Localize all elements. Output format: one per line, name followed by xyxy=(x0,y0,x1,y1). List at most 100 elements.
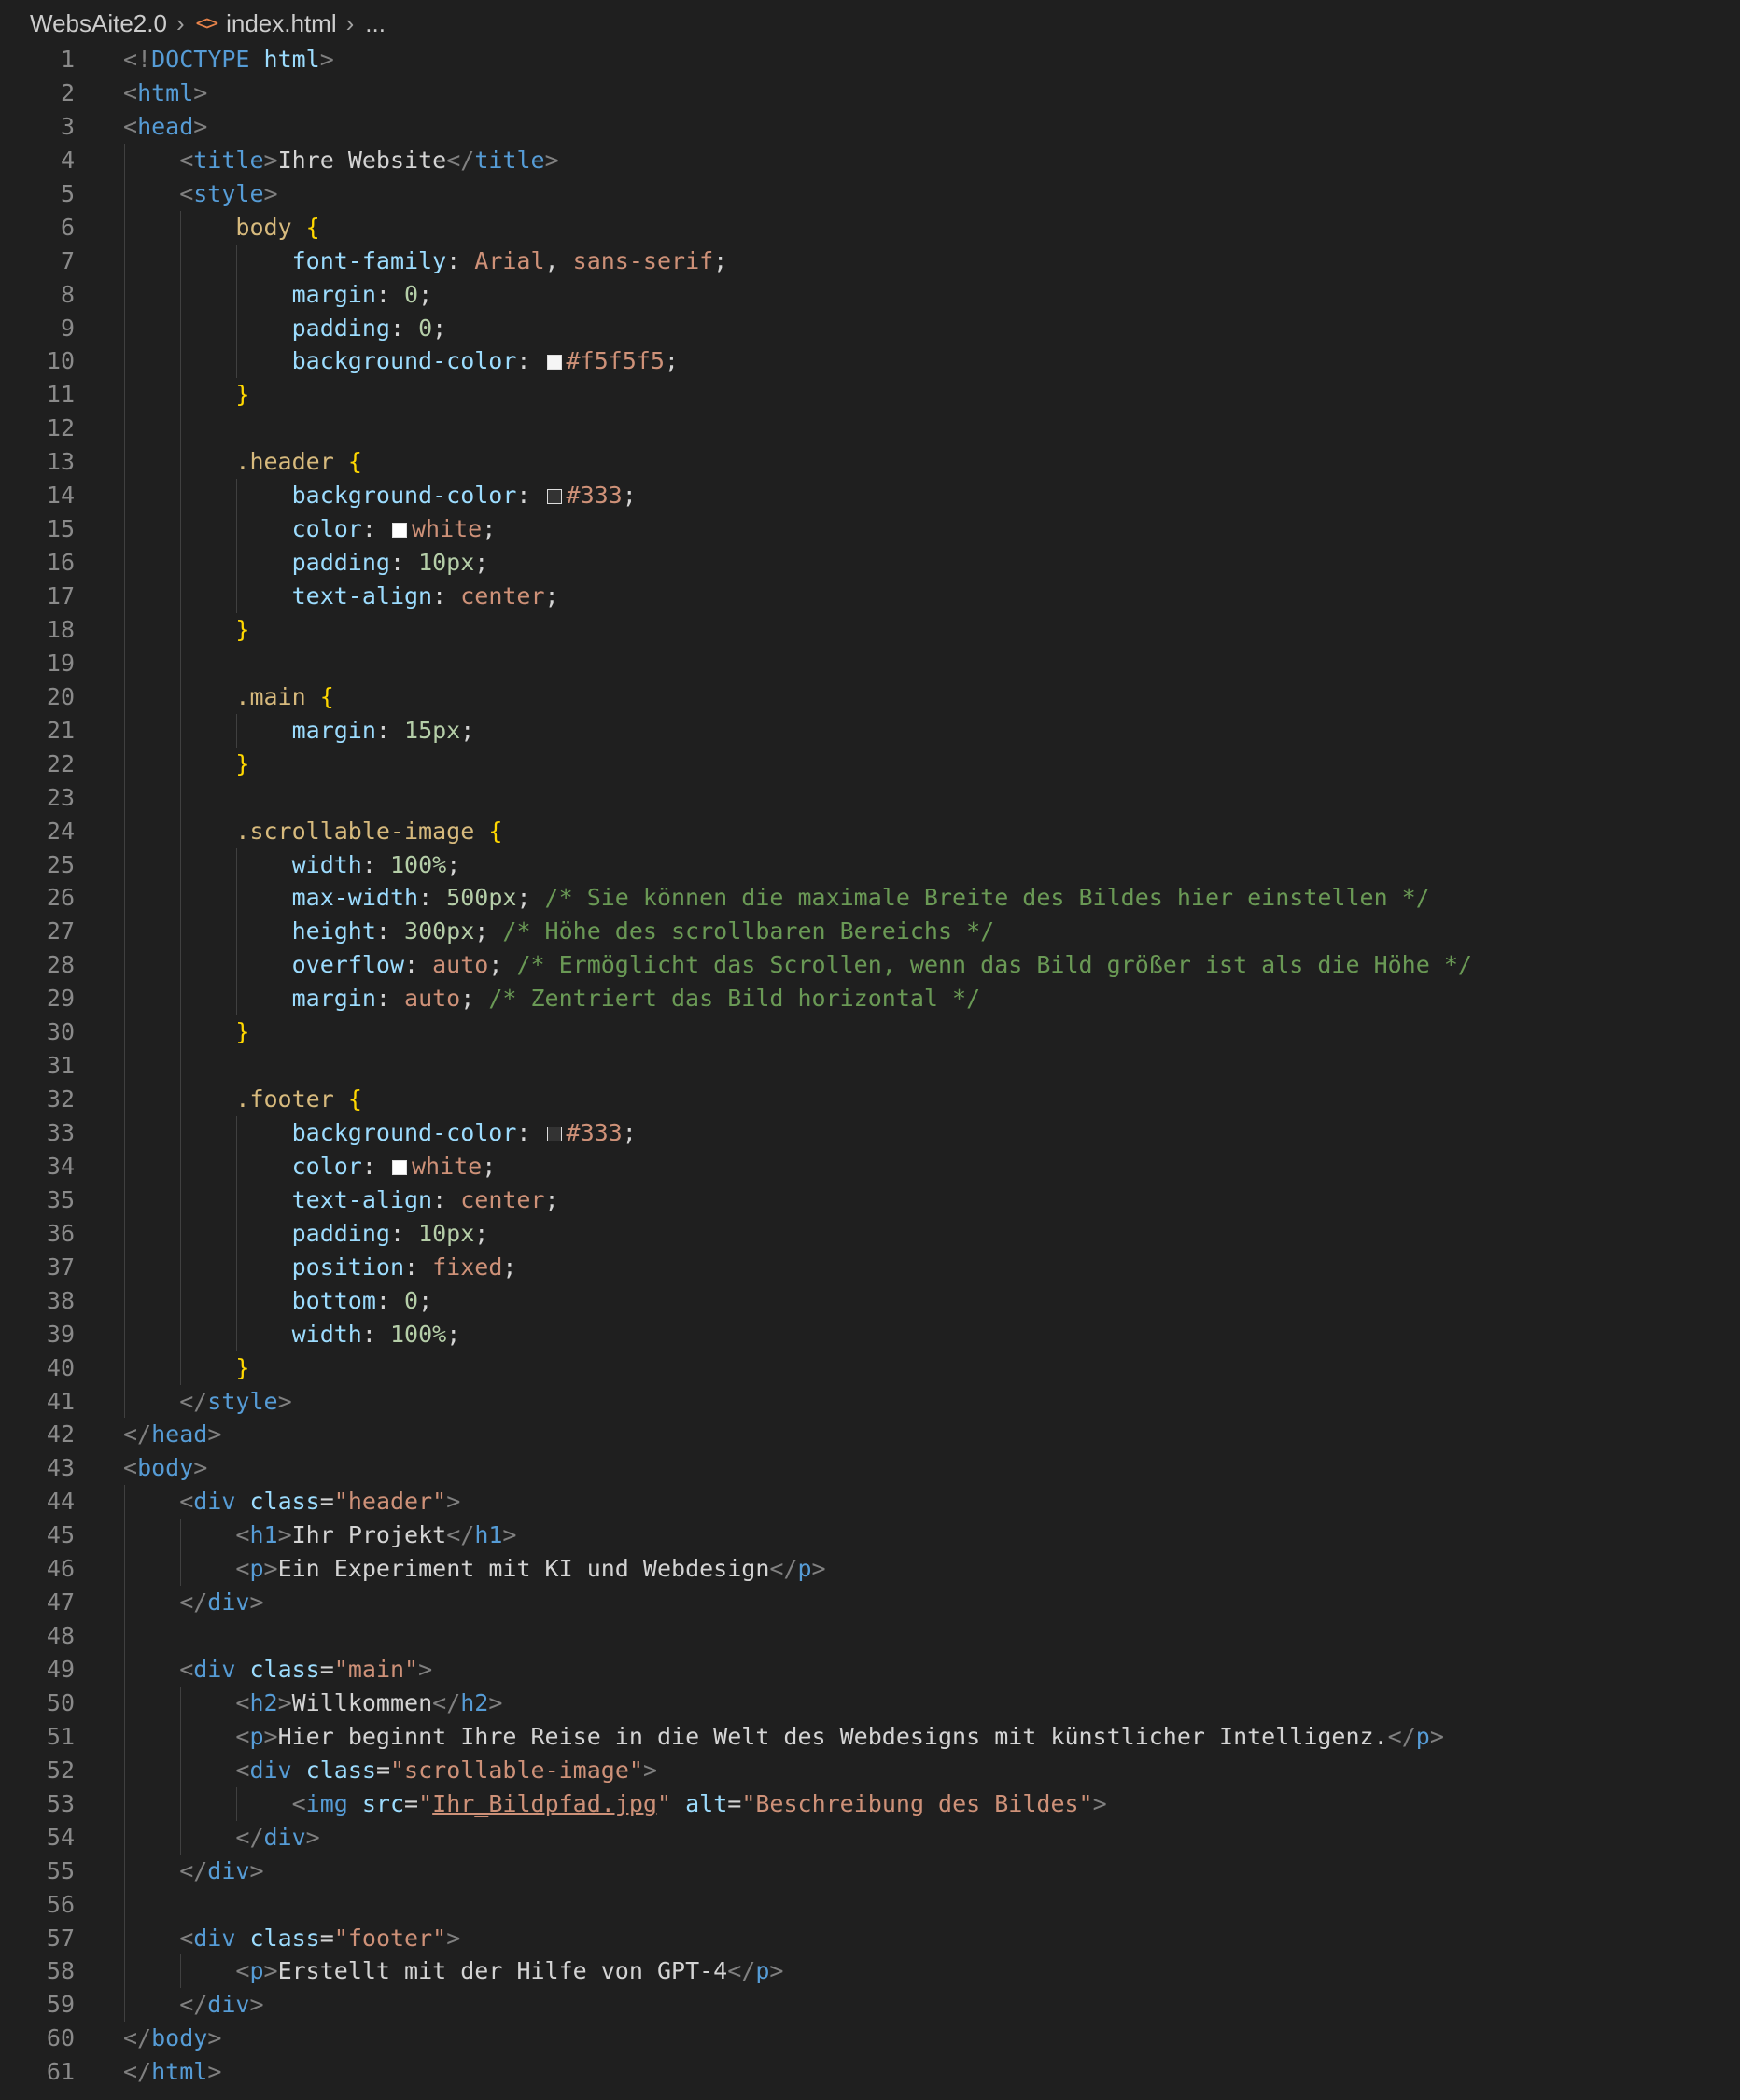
code-line[interactable]: 24 .scrollable-image { xyxy=(0,814,1740,848)
code-line[interactable]: 58 <p>Erstellt mit der Hilfe von GPT-4</p… xyxy=(0,1954,1740,1989)
color-swatch[interactable] xyxy=(391,1159,407,1175)
code-line[interactable]: 55 </div> xyxy=(0,1854,1740,1888)
code-line[interactable]: 4 <title>Ihre Website</title> xyxy=(0,143,1740,177)
code-line[interactable]: 12 xyxy=(0,412,1740,446)
code-line[interactable]: 50 <h2>Willkommen</h2> xyxy=(0,1686,1740,1720)
indent-guide xyxy=(124,679,125,714)
indent-guide xyxy=(180,1686,182,1720)
line-number: 43 xyxy=(46,1454,75,1482)
code-token: Hier beginnt Ihre Reise in die Welt des … xyxy=(277,1722,1388,1750)
code-line[interactable]: 54 </div> xyxy=(0,1820,1740,1855)
code-line[interactable]: 7 font-family: Arial, sans-serif; xyxy=(0,244,1740,278)
code-line[interactable]: 9 padding: 0; xyxy=(0,311,1740,345)
code-line[interactable]: 35 text-align: center; xyxy=(0,1183,1740,1217)
code-line[interactable]: 44 <div class="header"> xyxy=(0,1485,1740,1519)
code-line[interactable]: 8 margin: 0; xyxy=(0,277,1740,312)
code-token: } xyxy=(235,1018,250,1046)
code-line[interactable]: 46 <p>Ein Experiment mit KI und Webdesign… xyxy=(0,1552,1740,1587)
code-editor[interactable]: WebsAite2.0 › <> index.html › ... 1 <!DOC… xyxy=(0,0,1740,2100)
code-line[interactable]: 15 color: white; xyxy=(0,512,1740,547)
code-line[interactable]: 41 </style> xyxy=(0,1384,1740,1419)
line-number: 2 xyxy=(60,78,75,106)
code-token: 100% xyxy=(389,1320,447,1348)
code-token: "Beschreibung des Bildes" xyxy=(741,1789,1093,1817)
code-line[interactable]: 2 <html> xyxy=(0,77,1740,110)
code-line[interactable]: 25 width: 100%; xyxy=(0,847,1740,882)
code-line[interactable]: 47 </div> xyxy=(0,1586,1740,1620)
code-line[interactable]: 51 <p>Hier beginnt Ihre Reise in die Welt… xyxy=(0,1719,1740,1754)
code-line[interactable]: 57 <div class="footer"> xyxy=(0,1921,1740,1955)
code-line[interactable]: 30} xyxy=(0,1015,1740,1050)
indent-guide xyxy=(124,1954,125,1989)
code-line[interactable]: 1 <!DOCTYPE html> xyxy=(0,43,1740,77)
line-number: 42 xyxy=(46,1421,75,1449)
code-line[interactable]: 31 xyxy=(0,1049,1740,1084)
code-line[interactable]: 10 background-color: #f5f5f5; xyxy=(0,344,1740,379)
code-content: </style> xyxy=(179,1385,291,1419)
code-line[interactable]: 16 padding: 10px; xyxy=(0,546,1740,580)
code-token: white xyxy=(411,515,483,543)
line-number: 19 xyxy=(46,649,75,677)
indent-guide xyxy=(180,445,182,480)
code-line[interactable]: 37 position: fixed; xyxy=(0,1250,1740,1284)
code-token: { xyxy=(305,213,320,241)
code-line[interactable]: 45 <h1>Ihr Projekt</h1> xyxy=(0,1519,1740,1553)
breadcrumb-file[interactable]: index.html xyxy=(226,9,337,38)
code-line[interactable]: 6 body { xyxy=(0,210,1740,245)
code-token: = xyxy=(375,1756,390,1784)
color-swatch[interactable] xyxy=(546,489,562,505)
code-line[interactable]: 18} xyxy=(0,612,1740,647)
code-line[interactable]: 48 xyxy=(0,1619,1740,1653)
code-line[interactable]: 21 margin: 15px; xyxy=(0,713,1740,748)
code-token[interactable]: Ihr_Bildpfad.jpg xyxy=(432,1790,657,1817)
code-line[interactable]: 40} xyxy=(0,1351,1740,1385)
code-line[interactable]: 27 height: 300px; /* Höhe des scrollbaren… xyxy=(0,915,1740,949)
code-token: style xyxy=(207,1387,278,1415)
code-line[interactable]: 60 </body> xyxy=(0,2022,1740,2055)
line-number: 58 xyxy=(46,1957,75,1985)
code-line[interactable]: 20 .main { xyxy=(0,679,1740,714)
code-line[interactable]: 56 xyxy=(0,1887,1740,1922)
code-line[interactable]: 26 max-width: 500px; /* Sie können die ma… xyxy=(0,881,1740,916)
code-line[interactable]: 52 <div class="scrollable-image"> xyxy=(0,1753,1740,1787)
color-swatch[interactable] xyxy=(546,1127,562,1141)
indent-guide xyxy=(180,210,182,245)
code-line[interactable]: 39 width: 100%; xyxy=(0,1317,1740,1351)
code-line[interactable]: 3 <head> xyxy=(0,110,1740,144)
breadcrumb-more[interactable]: ... xyxy=(365,9,386,38)
code-line[interactable]: 33 background-color: #333; xyxy=(0,1116,1740,1150)
code-token: </ xyxy=(123,2024,152,2052)
breadcrumb-folder[interactable]: WebsAite2.0 xyxy=(30,9,167,38)
code-line[interactable]: 49 <div class="main"> xyxy=(0,1653,1740,1687)
code-line[interactable]: 59 </div> xyxy=(0,1988,1740,2023)
code-line[interactable]: 14 background-color: #333; xyxy=(0,479,1740,513)
color-swatch[interactable] xyxy=(546,355,562,371)
code-line[interactable]: 19 xyxy=(0,646,1740,680)
code-content: <!DOCTYPE html> xyxy=(123,43,334,77)
code-line[interactable]: 53 <img src="Ihr_Bildpfad.jpg" alt="Besch… xyxy=(0,1786,1740,1821)
code-line[interactable]: 29 margin: auto; /* Zentriert das Bild ho… xyxy=(0,982,1740,1016)
code-area[interactable]: 1 <!DOCTYPE html> 2 <html> 3 <head> 4 <title>Ih… xyxy=(0,43,1740,2089)
code-token: : xyxy=(375,1286,405,1314)
code-line[interactable]: 61 </html> xyxy=(0,2055,1740,2089)
code-line[interactable]: 17 text-align: center; xyxy=(0,580,1740,613)
line-number: 11 xyxy=(46,381,75,409)
code-line[interactable]: 22} xyxy=(0,747,1740,781)
code-token: ; xyxy=(482,515,497,543)
color-swatch[interactable] xyxy=(391,523,407,539)
code-line[interactable]: 42 </head> xyxy=(0,1418,1740,1451)
code-token: > xyxy=(1092,1789,1107,1817)
code-line[interactable]: 36 padding: 10px; xyxy=(0,1216,1740,1251)
indent-guide xyxy=(236,546,238,580)
code-line[interactable]: 13 .header { xyxy=(0,445,1740,480)
code-line[interactable]: 38 bottom: 0; xyxy=(0,1283,1740,1318)
code-line[interactable]: 32 .footer { xyxy=(0,1083,1740,1116)
indent-guide xyxy=(124,1083,125,1116)
code-line[interactable]: 11} xyxy=(0,378,1740,413)
code-line[interactable]: 43 <body> xyxy=(0,1451,1740,1485)
code-line[interactable]: 5 <style> xyxy=(0,176,1740,211)
code-token: = xyxy=(319,1488,334,1516)
code-line[interactable]: 34 color: white; xyxy=(0,1149,1740,1183)
code-line[interactable]: 28 overflow: auto; /* Ermöglicht das Scro… xyxy=(0,948,1740,983)
code-line[interactable]: 23 xyxy=(0,780,1740,815)
